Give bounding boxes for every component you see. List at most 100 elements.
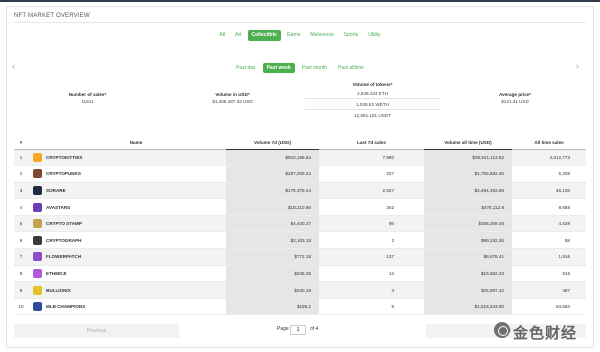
nft-market-table: # Name Volume 7d (USD) Last 7d sales Vol… — [14, 137, 586, 316]
tab-game[interactable]: Game — [283, 30, 305, 41]
tab-sports[interactable]: Sports — [340, 30, 362, 41]
rank-cell: 10 — [14, 298, 28, 316]
cryptopunks-icon — [32, 169, 42, 179]
tab-collectible[interactable]: Collectible — [247, 30, 281, 41]
sales-7d-cell: 137 — [319, 248, 424, 266]
rank-cell: 2 — [14, 165, 28, 183]
sales-all-time-cell: 63,564 — [512, 298, 586, 316]
sales-all-time-cell: 916 — [512, 265, 586, 283]
crypto-stamp-icon — [32, 219, 42, 229]
collection-name[interactable]: CRYPTOKITTIES — [46, 149, 226, 167]
collection-name[interactable]: CRYPTOGRAPH — [46, 231, 226, 250]
mlb-champions-icon — [32, 302, 42, 312]
sales-7d-cell: 14 — [319, 265, 424, 283]
bullionix-icon — [32, 285, 42, 295]
volume-7d-cell: $246.25 — [226, 265, 319, 283]
column-header-all-time-sales[interactable]: All time sales — [512, 137, 586, 150]
icon-cell — [28, 215, 46, 233]
rank-cell: 1 — [14, 149, 28, 167]
column-header-rank[interactable]: # — [14, 137, 28, 150]
sales-all-time-cell: 1,916 — [512, 248, 586, 266]
volume-all-time-cell: $1,755,682.45 — [424, 165, 512, 183]
volume-7d-cell: $18,210.86 — [226, 198, 319, 216]
column-header-volume-all-time[interactable]: Volume all time (USD) — [424, 137, 512, 150]
stat-value: $121.31 USD — [501, 99, 529, 104]
previous-page-button[interactable]: Previous — [14, 324, 179, 338]
watermark-text: 金色财经 — [513, 324, 578, 342]
sales-all-time-cell: 58 — [512, 231, 586, 250]
volume-all-time-cell: $99,342.26 — [424, 231, 512, 250]
sales-7d-cell: 262 — [319, 198, 424, 216]
stat-label: Average price* — [498, 92, 531, 97]
sales-7d-cell: 2 — [319, 231, 424, 250]
tab-metaverse[interactable]: Metaverse — [306, 30, 337, 41]
sales-7d-cell: 8 — [319, 298, 424, 316]
volume-all-time-cell: $16,582.43 — [424, 265, 512, 283]
volume-7d-cell: $2,103.18 — [226, 231, 319, 250]
table-row[interactable]: 8 ETHMOJI $246.25 14 $16,582.43 916 — [14, 265, 586, 283]
title-divider — [14, 22, 586, 23]
collection-name[interactable]: MLB CHAMPIONS — [46, 298, 226, 316]
period-tabs: Past day Past week Past month Past alltime — [0, 63, 600, 73]
sales-all-time-cell: 2,812,773 — [512, 149, 586, 167]
tab-all[interactable]: All — [216, 30, 230, 41]
sales-7d-cell: 227 — [319, 165, 424, 183]
icon-cell — [28, 198, 46, 216]
tab-art[interactable]: Art — [231, 30, 245, 41]
table-row[interactable]: 7 FLOWERPATCH $772.18 137 $6,676.41 1,916 — [14, 248, 586, 266]
table-row[interactable]: 2 CRYPTOPUNKS $287,209.24 227 $1,755,682.45 5… — [14, 165, 586, 183]
watermark-logo-icon — [494, 322, 510, 338]
column-header-icon — [28, 137, 46, 150]
stat-volume-tokens: Volume of tokens* 2,549.224 ETH 1,535.62… — [305, 82, 440, 121]
token-volume-weth: 1,535.62 WETH — [305, 99, 440, 110]
top-accent-bar — [0, 0, 600, 2]
collection-name[interactable]: CRYPTO STAMP — [46, 215, 226, 233]
period-tab-past-month[interactable]: Past month — [298, 63, 331, 73]
cryptokitties-icon — [32, 152, 42, 162]
tab-utility[interactable]: Utility — [364, 30, 384, 41]
stat-label: Number of sales* — [68, 92, 107, 97]
period-tab-past-week[interactable]: Past week — [262, 63, 295, 73]
page-title: NFT MARKET OVERVIEW — [14, 13, 90, 19]
table-row[interactable]: 9 BULLIONIX $240.19 4 $25,897.42 487 — [14, 281, 586, 299]
avastars-icon — [32, 202, 42, 212]
icon-cell — [28, 231, 46, 250]
volume-all-time-cell: $38,541,113.52 — [424, 149, 512, 167]
volume-7d-cell: $910,196.64 — [226, 149, 319, 167]
volume-all-time-cell: $478,112.8 — [424, 198, 512, 216]
collection-name[interactable]: BULLIONIX — [46, 281, 226, 299]
table-row[interactable]: 10 MLB CHAMPIONS $195.2 8 $1,516,343.80 63,56… — [14, 298, 586, 316]
column-header-last-7d-sales[interactable]: Last 7d sales — [319, 137, 424, 150]
column-header-volume-7d[interactable]: Volume 7d (USD) — [226, 137, 319, 150]
collection-name[interactable]: FLOWERPATCH — [46, 248, 226, 266]
token-volume-eth: 2,549.224 ETH — [305, 88, 440, 99]
collection-name[interactable]: ETHMOJI — [46, 265, 226, 283]
page-number-input[interactable] — [290, 325, 306, 335]
period-tab-past-alltime[interactable]: Past alltime — [334, 63, 368, 73]
sorare-icon — [32, 185, 42, 195]
rank-cell: 7 — [14, 248, 28, 266]
stat-label: Volume of tokens* — [352, 82, 393, 87]
page-label: Page — [277, 326, 289, 332]
stat-average-price: Average price* $121.31 USD — [480, 92, 550, 104]
table-row[interactable]: 3 SORARE $175,378.44 2,837 $2,494,493.89 46,1… — [14, 182, 586, 200]
table-row[interactable]: 4 AVASTARS $18,210.86 262 $478,112.8 9,688 — [14, 198, 586, 216]
sales-7d-cell: 7,980 — [319, 149, 424, 167]
collection-name[interactable]: AVASTARS — [46, 198, 226, 216]
collection-name[interactable]: CRYPTOPUNKS — [46, 165, 226, 183]
volume-all-time-cell: $1,516,343.80 — [424, 298, 512, 316]
period-tab-past-day[interactable]: Past day — [232, 63, 259, 73]
sales-all-time-cell: 4,538 — [512, 215, 586, 233]
sales-all-time-cell: 46,136 — [512, 182, 586, 200]
volume-all-time-cell: $25,897.42 — [424, 281, 512, 299]
table-row[interactable]: 6 CRYPTOGRAPH $2,103.18 2 $99,342.26 58 — [14, 231, 586, 250]
sales-all-time-cell: 9,688 — [512, 198, 586, 216]
sales-7d-cell: 4 — [319, 281, 424, 299]
table-row[interactable]: 5 CRYPTO STAMP $4,440.27 95 $366,268.46 4,538 — [14, 215, 586, 233]
table-row[interactable]: 1 CRYPTOKITTIES $910,196.64 7,980 $38,541,11… — [14, 149, 586, 167]
volume-all-time-cell: $6,676.41 — [424, 248, 512, 266]
icon-cell — [28, 281, 46, 299]
collection-name[interactable]: SORARE — [46, 182, 226, 200]
stat-number-of-sales: Number of sales* 11611 — [55, 92, 120, 104]
column-header-name[interactable]: Name — [46, 137, 226, 150]
